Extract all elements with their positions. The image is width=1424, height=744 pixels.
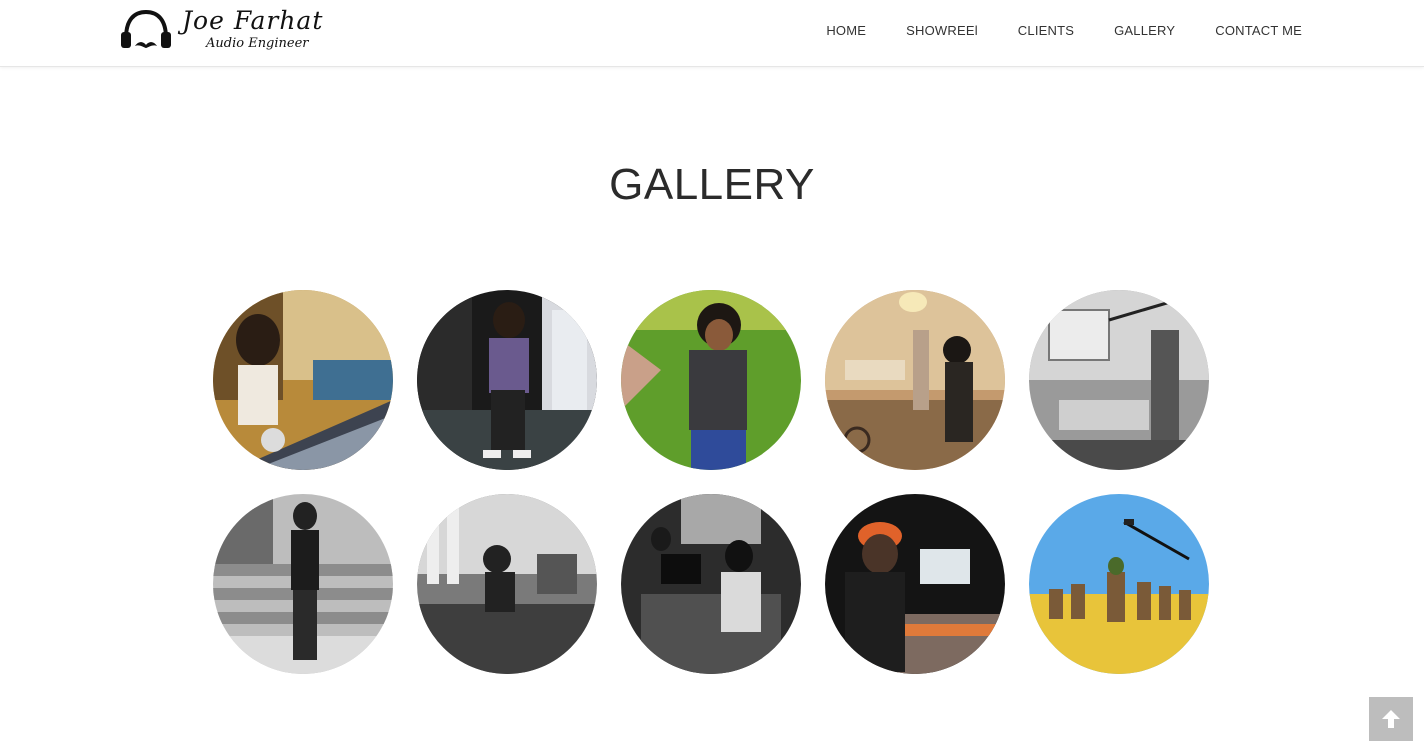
nav-gallery[interactable]: GALLERY (1114, 22, 1175, 40)
brand-name: Joe Farhat (182, 6, 324, 35)
gallery-photo[interactable] (1029, 494, 1209, 674)
back-to-top-button[interactable] (1369, 697, 1413, 741)
photo-outdoor-lawn (621, 290, 801, 470)
nav-showreel[interactable]: SHOWREEl (906, 22, 978, 40)
gallery-photo[interactable] (621, 494, 801, 674)
photo-office-bw (1029, 290, 1209, 470)
gallery-grid (213, 290, 1213, 674)
gallery-photo[interactable] (621, 290, 801, 470)
photo-desert-riders (1029, 494, 1209, 674)
brand-tagline: Audio Engineer (206, 36, 309, 51)
nav-contact[interactable]: CONTACT ME (1215, 22, 1302, 40)
photo-store-portrait (417, 290, 597, 470)
photo-mixing-desk-bw (621, 494, 801, 674)
site-header: Joe Farhat Audio Engineer HOME SHOWREEl … (0, 0, 1424, 67)
gallery-photo[interactable] (213, 290, 393, 470)
gallery-photo[interactable] (1029, 290, 1209, 470)
photo-steps-bw (213, 494, 393, 674)
photo-studio-orange-cap (825, 494, 1005, 674)
gallery-title: GALLERY (609, 160, 815, 209)
site-logo[interactable]: Joe Farhat Audio Engineer (120, 6, 330, 58)
photo-indoor-room (825, 290, 1005, 470)
gallery-photo[interactable] (213, 494, 393, 674)
nav-home[interactable]: HOME (826, 22, 866, 40)
arrow-up-icon (1382, 710, 1400, 728)
gallery-photo[interactable] (417, 494, 597, 674)
main-nav: HOME SHOWREEl CLIENTS GALLERY CONTACT ME (786, 22, 1302, 40)
gallery-photo[interactable] (825, 290, 1005, 470)
photo-studio-console (213, 290, 393, 470)
headphones-mustache-icon (121, 9, 171, 48)
gallery-photo[interactable] (825, 494, 1005, 674)
nav-clients[interactable]: CLIENTS (1018, 22, 1074, 40)
gallery-photo[interactable] (417, 290, 597, 470)
photo-interior-bw (417, 494, 597, 674)
